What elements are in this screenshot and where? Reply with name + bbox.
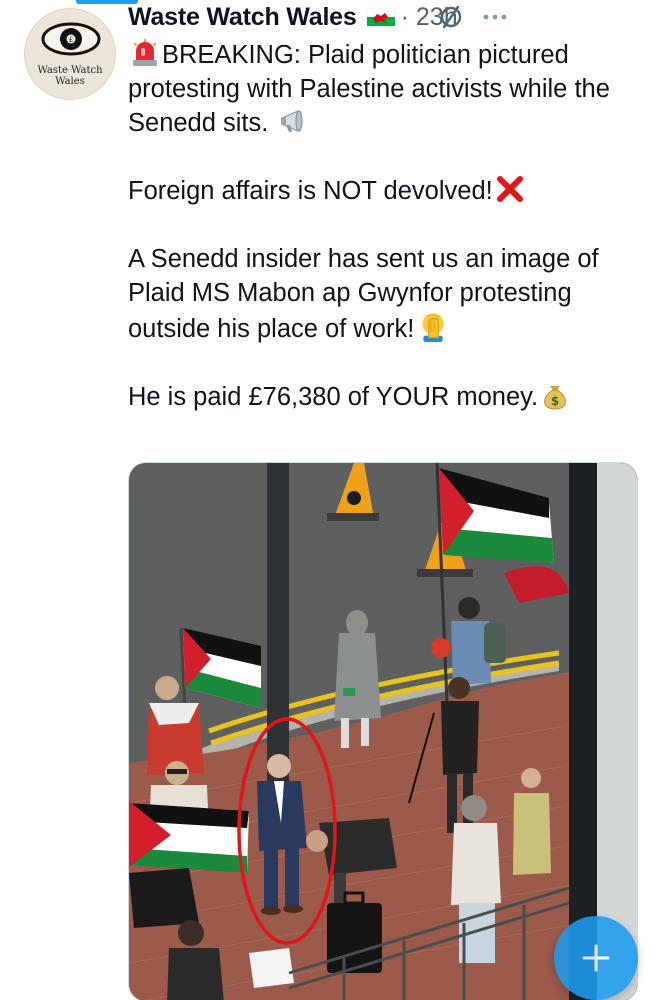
eye-logo-icon: £	[41, 22, 101, 56]
display-name[interactable]: Waste Watch Wales	[128, 3, 357, 32]
tweet-body: BREAKING: Plaid politician pictured prot…	[128, 38, 648, 414]
tweet-line-breaking: BREAKING: Plaid politician pictured prot…	[128, 41, 610, 137]
facepalm-icon	[422, 313, 444, 342]
compose-button[interactable]	[554, 916, 638, 1000]
tweet-paragraph-foreign: Foreign affairs is NOT devolved!	[128, 174, 648, 208]
grok-icon[interactable]	[438, 4, 464, 30]
more-dots-icon[interactable]	[482, 13, 508, 21]
tweet-paragraph-insider: A Senedd insider has sent us an image of…	[128, 242, 648, 346]
tweet-line-insider: A Senedd insider has sent us an image of…	[128, 245, 599, 343]
money-bag-icon: $	[544, 386, 566, 410]
plus-icon	[582, 944, 610, 972]
svg-text:£: £	[69, 36, 73, 44]
avatar-logo-text: Waste Watch Wales	[37, 65, 103, 87]
tweet-line-salary: He is paid £76,380 of YOUR money.	[128, 383, 539, 411]
svg-text:$: $	[551, 394, 559, 408]
megaphone-icon	[281, 110, 304, 132]
tweet-photo[interactable]	[128, 462, 638, 1000]
police-light-icon	[133, 39, 157, 66]
protest-photo	[129, 463, 637, 1000]
tweet-paragraph-breaking: BREAKING: Plaid politician pictured prot…	[128, 38, 648, 140]
red-cross-mark-icon	[496, 176, 523, 202]
avatar[interactable]: £ Waste Watch Wales	[24, 8, 116, 100]
tweet-header: Waste Watch Wales · 23h	[128, 0, 648, 34]
tweet-paragraph-salary: He is paid £76,380 of YOUR money. $	[128, 380, 648, 414]
tweet-line-foreign: Foreign affairs is NOT devolved!	[128, 177, 493, 205]
wales-flag-icon	[366, 8, 395, 26]
